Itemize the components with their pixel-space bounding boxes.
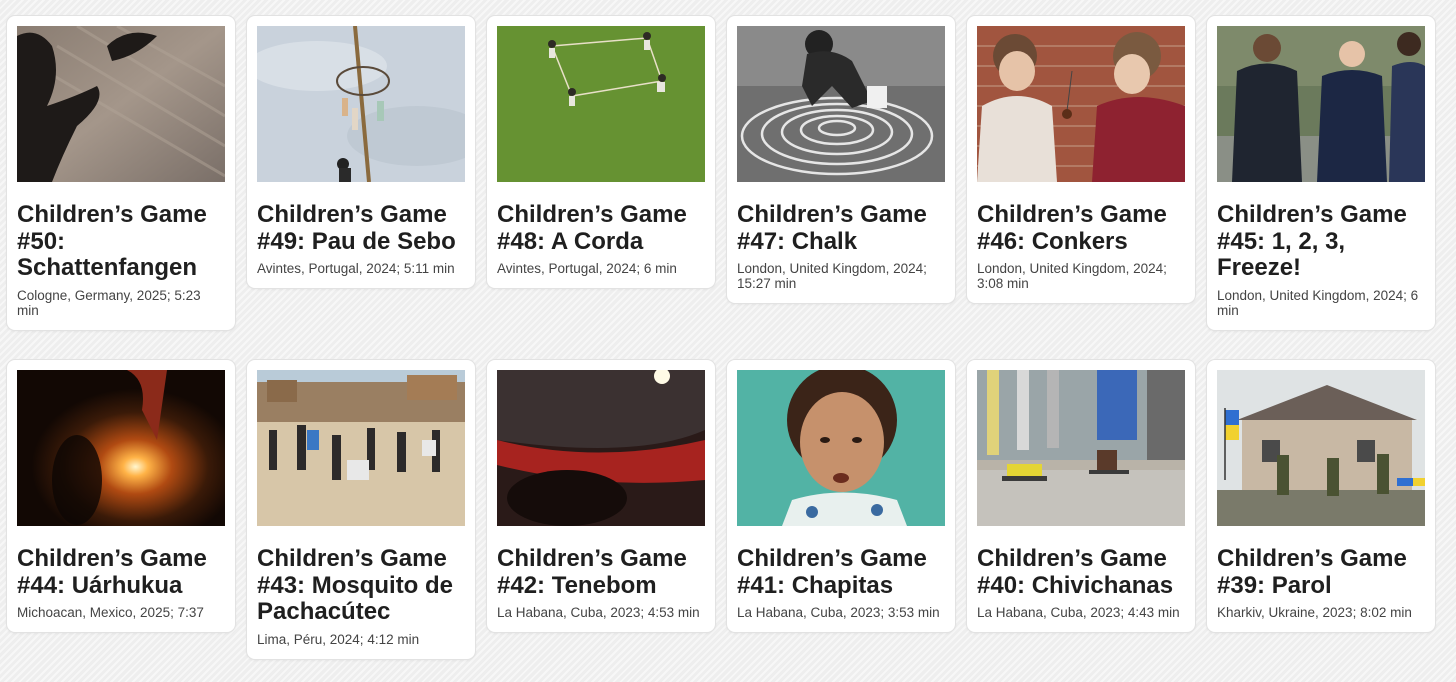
thumbnail-image[interactable] (977, 370, 1185, 526)
thumbnail-image[interactable] (17, 370, 225, 526)
game-card-47[interactable]: Children’s Game #47: Chalk London, Unite… (727, 16, 955, 303)
game-title[interactable]: Children’s Game #48: A Corda (497, 201, 705, 255)
game-meta: London, United Kingdom, 2024; 15:27 min (737, 261, 927, 291)
game-card-49[interactable]: Children’s Game #49: Pau de Sebo Avintes… (247, 16, 475, 288)
thumbnail-image[interactable] (257, 26, 465, 182)
game-card-40[interactable]: Children’s Game #40: Chivichanas La Haba… (967, 360, 1195, 632)
game-title[interactable]: Children’s Game #40: Chivichanas (977, 545, 1185, 599)
thumbnail-image[interactable] (737, 26, 945, 182)
thumbnail-image[interactable] (977, 26, 1185, 182)
game-meta: London, United Kingdom, 2024; 6 min (1217, 287, 1419, 318)
game-meta: London, United Kingdom, 2024; 3:08 min (977, 261, 1167, 291)
game-meta: Cologne, Germany, 2025; 5:23 min (17, 287, 201, 318)
game-card-41[interactable]: Children’s Game #41: Chapitas La Habana,… (727, 360, 955, 632)
game-card-44[interactable]: Children’s Game #44: Uárhukua Michoacan,… (7, 360, 235, 632)
game-title[interactable]: Children’s Game #46: Conkers (977, 201, 1185, 255)
game-meta: Avintes, Portugal, 2024; 6 min (497, 261, 677, 276)
game-card-46[interactable]: Children’s Game #46: Conkers London, Uni… (967, 16, 1195, 303)
game-title[interactable]: Children’s Game #49: Pau de Sebo (257, 201, 465, 255)
game-card-39[interactable]: Children’s Game #39: Parol Kharkiv, Ukra… (1207, 360, 1435, 632)
game-title[interactable]: Children’s Game #50: Schattenfangen (17, 201, 225, 282)
game-title[interactable]: Children’s Game #45: 1, 2, 3, Freeze! (1217, 201, 1425, 282)
game-card-50[interactable]: Children’s Game #50: Schattenfangen Colo… (7, 16, 235, 330)
game-meta: Michoacan, Mexico, 2025; 7:37 (17, 605, 204, 620)
thumbnail-image[interactable] (737, 370, 945, 526)
thumbnail-image[interactable] (1217, 370, 1425, 526)
game-title[interactable]: Children’s Game #47: Chalk (737, 201, 945, 255)
game-meta: La Habana, Cuba, 2023; 3:53 min (737, 605, 940, 620)
thumbnail-image[interactable] (497, 370, 705, 526)
game-card-45[interactable]: Children’s Game #45: 1, 2, 3, Freeze! Lo… (1207, 16, 1435, 330)
game-meta: Avintes, Portugal, 2024; 5:11 min (257, 261, 455, 276)
game-meta: La Habana, Cuba, 2023; 4:53 min (497, 605, 700, 620)
game-title[interactable]: Children’s Game #44: Uárhukua (17, 545, 225, 599)
game-meta: Kharkiv, Ukraine, 2023; 8:02 min (1217, 605, 1412, 620)
game-title[interactable]: Children’s Game #41: Chapitas (737, 545, 945, 599)
game-title[interactable]: Children’s Game #39: Parol (1217, 545, 1425, 599)
game-card-43[interactable]: Children’s Game #43: Mosquito de Pachacú… (247, 360, 475, 659)
game-meta: La Habana, Cuba, 2023; 4:43 min (977, 605, 1180, 620)
thumbnail-image[interactable] (1217, 26, 1425, 182)
thumbnail-image[interactable] (17, 26, 225, 182)
thumbnail-image[interactable] (497, 26, 705, 182)
game-card-48[interactable]: Children’s Game #48: A Corda Avintes, Po… (487, 16, 715, 288)
game-meta: Lima, Péru, 2024; 4:12 min (257, 631, 420, 647)
game-title[interactable]: Children’s Game #42: Tenebom (497, 545, 705, 599)
game-title[interactable]: Children’s Game #43: Mosquito de Pachacú… (257, 545, 465, 626)
game-card-42[interactable]: Children’s Game #42: Tenebom La Habana, … (487, 360, 715, 632)
thumbnail-image[interactable] (257, 370, 465, 526)
